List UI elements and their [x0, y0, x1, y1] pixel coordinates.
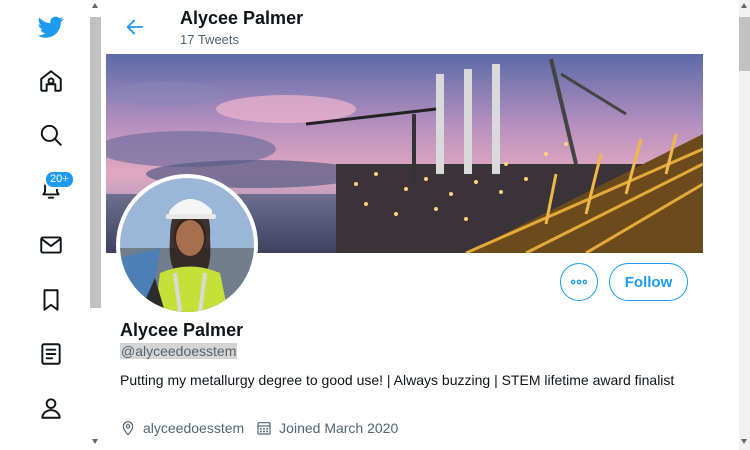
- nav-explore[interactable]: [34, 118, 68, 152]
- twitter-logo[interactable]: [34, 10, 68, 44]
- nav-home[interactable]: [34, 64, 68, 98]
- home-icon: [40, 70, 62, 92]
- follow-button[interactable]: Follow: [609, 263, 688, 301]
- search-icon: [40, 124, 62, 146]
- bookmark-icon: [43, 289, 59, 311]
- tweet-count: 17 Tweets: [180, 32, 240, 47]
- nav-notifications[interactable]: 20+: [34, 170, 75, 206]
- right-scrollbar[interactable]: [739, 0, 750, 450]
- profile-name: Alycee Palmer: [120, 320, 244, 340]
- nav-profile[interactable]: [34, 391, 68, 425]
- profile-bio: Putting my metallurgy degree to good use…: [120, 372, 675, 388]
- profile-avatar[interactable]: [116, 174, 258, 316]
- scrollbar-thumb[interactable]: [90, 17, 101, 308]
- mail-icon: [40, 236, 62, 254]
- avatar-image: [120, 178, 254, 312]
- profile-meta: alyceedoesstem Joined March 2020: [120, 419, 410, 437]
- calendar-icon: [257, 422, 271, 435]
- nav-bookmarks[interactable]: [34, 283, 68, 317]
- more-dots-icon: [570, 279, 588, 285]
- twitter-bird-icon: [38, 16, 64, 38]
- back-arrow-icon: [126, 19, 144, 35]
- profile-location: alyceedoesstem: [143, 420, 245, 436]
- header-title: Alycee Palmer: [180, 8, 304, 28]
- scroll-down-arrow-icon[interactable]: [741, 439, 747, 444]
- location-group: alyceedoesstem: [120, 420, 244, 436]
- profile-handle: @alyceedoesstem: [120, 343, 238, 359]
- more-options-button[interactable]: [560, 263, 598, 301]
- notification-badge: 20+: [44, 170, 75, 189]
- scroll-up-arrow-icon[interactable]: [741, 3, 747, 8]
- left-nav: 20+: [0, 0, 90, 450]
- nav-lists[interactable]: [34, 337, 68, 371]
- joined-group: Joined March 2020: [256, 420, 398, 436]
- list-icon: [41, 343, 61, 365]
- left-scrollbar[interactable]: [90, 0, 101, 450]
- scrollbar-thumb[interactable]: [739, 17, 750, 71]
- location-pin-icon: [122, 421, 134, 436]
- profile-joined: Joined March 2020: [279, 420, 399, 436]
- back-button[interactable]: [120, 12, 150, 42]
- scroll-up-arrow-icon[interactable]: [92, 3, 98, 8]
- scroll-down-arrow-icon[interactable]: [92, 439, 98, 444]
- person-icon: [41, 398, 61, 419]
- nav-messages[interactable]: [34, 228, 68, 262]
